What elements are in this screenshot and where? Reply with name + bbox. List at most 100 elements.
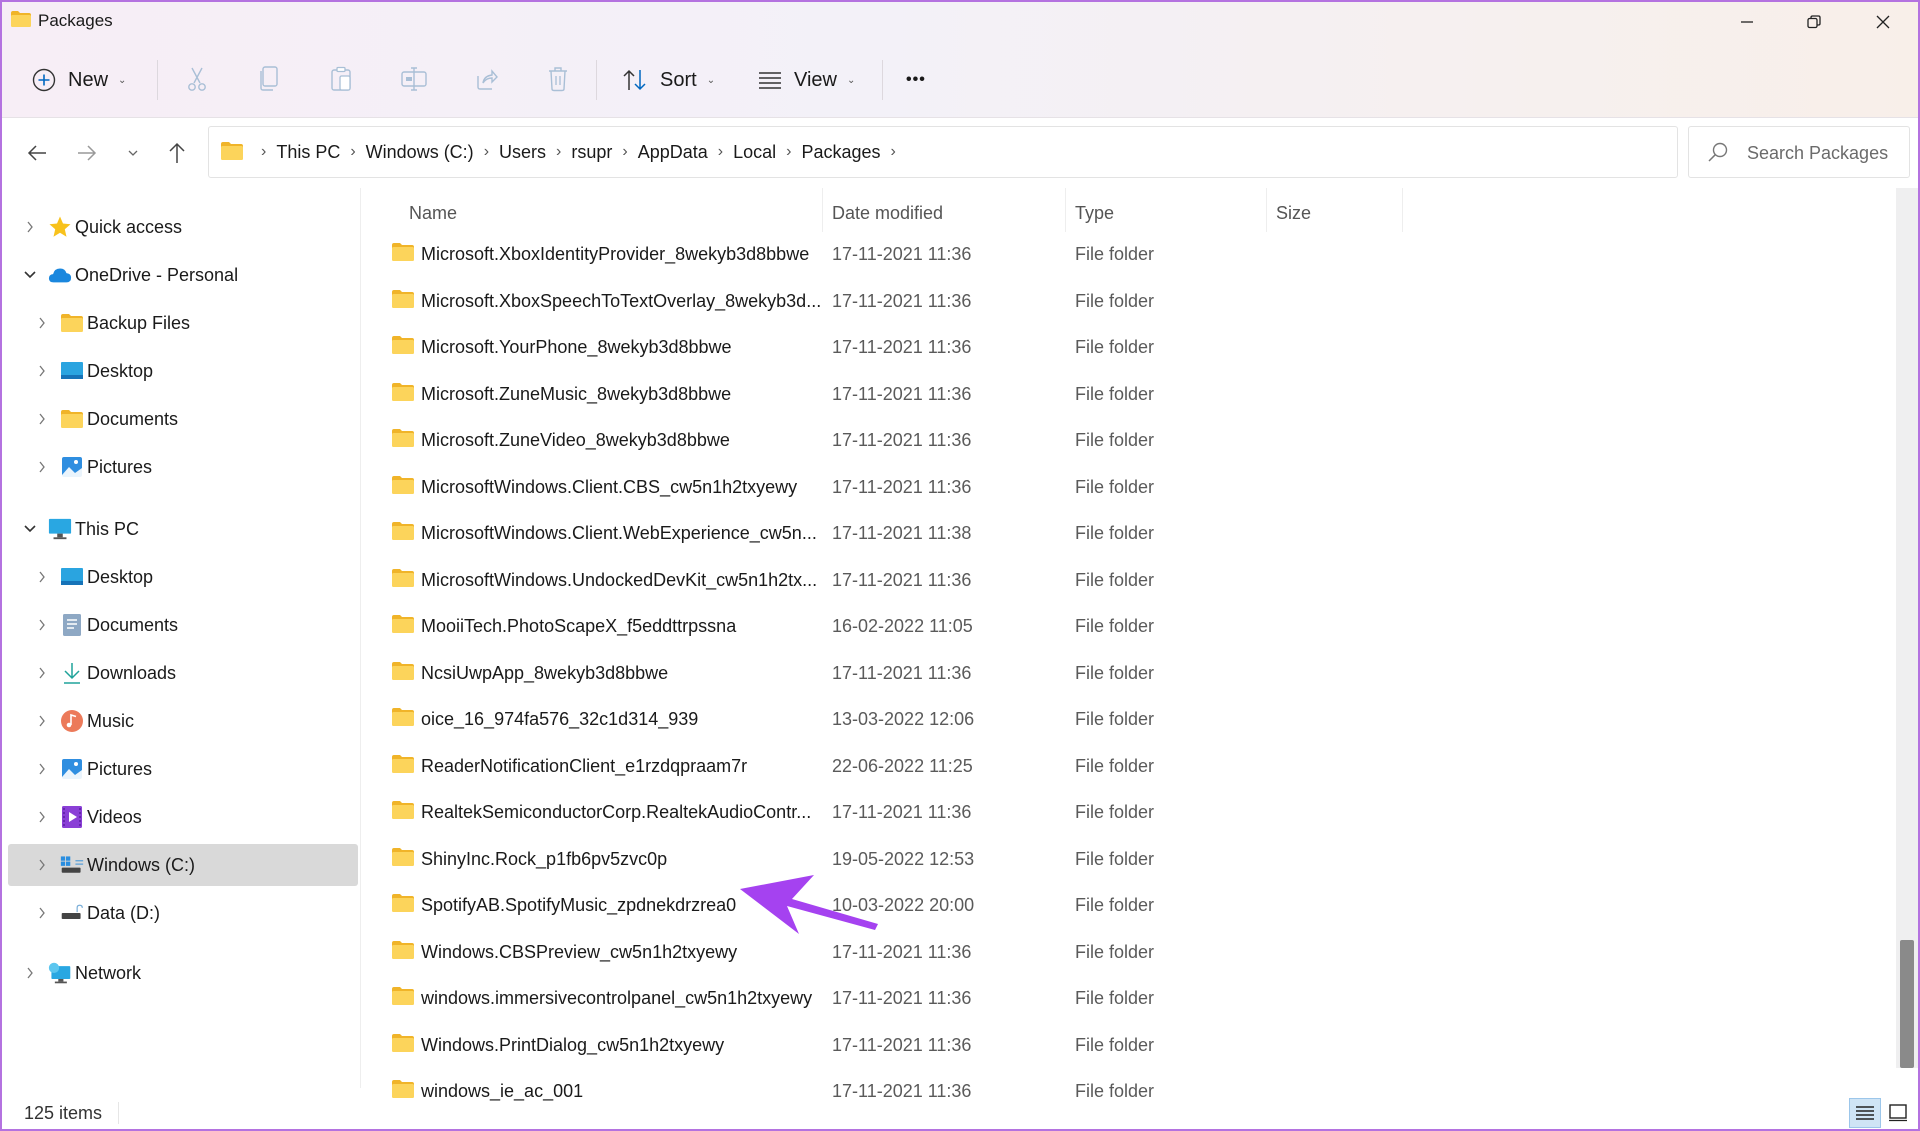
new-button[interactable]: New ⌄ — [32, 58, 126, 102]
sidebar-item-quick-access[interactable]: Quick access — [8, 206, 358, 248]
chevron-right-icon[interactable]: › — [350, 143, 355, 161]
chevron-right-icon[interactable] — [34, 411, 50, 427]
sidebar-item-windows-c[interactable]: Windows (C:) — [8, 844, 358, 886]
breadcrumb-this-pc[interactable]: This PC — [276, 142, 340, 163]
scrollbar-thumb[interactable] — [1900, 940, 1914, 1068]
rename-button[interactable] — [399, 64, 429, 94]
file-row[interactable]: Microsoft.XboxSpeechToTextOverlay_8wekyb… — [390, 281, 1810, 321]
file-row[interactable]: ShinyInc.Rock_p1fb6pv5zvc0p 19-05-2022 12… — [390, 839, 1810, 879]
sidebar-item-backup-files[interactable]: Backup Files — [8, 302, 358, 344]
share-button[interactable] — [471, 64, 501, 94]
sidebar-item-label: Backup Files — [87, 312, 191, 333]
chevron-right-icon[interactable] — [22, 219, 38, 235]
chevron-right-icon[interactable] — [34, 713, 50, 729]
close-button[interactable] — [1848, 2, 1918, 42]
chevron-right-icon[interactable]: › — [786, 143, 791, 161]
sort-button[interactable]: Sort ⌄ — [622, 58, 715, 102]
column-divider[interactable] — [822, 188, 823, 232]
up-button[interactable] — [162, 138, 192, 168]
sidebar-item-music[interactable]: Music — [8, 700, 358, 742]
breadcrumb-local[interactable]: Local — [733, 142, 776, 163]
breadcrumb-appdata[interactable]: AppData — [638, 142, 708, 163]
file-row[interactable]: MicrosoftWindows.Client.WebExperience_cw… — [390, 513, 1810, 553]
view-button[interactable]: View ⌄ — [758, 58, 855, 102]
file-row[interactable]: Microsoft.YourPhone_8wekyb3d8bbwe 17-11-2… — [390, 327, 1810, 367]
sidebar-item-documents[interactable]: Documents — [8, 604, 358, 646]
copy-button[interactable] — [254, 64, 284, 94]
cut-button[interactable] — [182, 64, 212, 94]
file-row[interactable]: Microsoft.XboxIdentityProvider_8wekyb3d8… — [390, 234, 1810, 274]
sidebar-item-network[interactable]: Network — [8, 952, 358, 994]
file-row[interactable]: MicrosoftWindows.Client.CBS_cw5n1h2txyew… — [390, 467, 1810, 507]
minimize-button[interactable] — [1712, 2, 1782, 42]
file-row[interactable]: NcsiUwpApp_8wekyb3d8bbwe 17-11-2021 11:36… — [390, 653, 1810, 693]
file-row[interactable]: windows.immersivecontrolpanel_cw5n1h2txy… — [390, 978, 1810, 1018]
more-icon: ••• — [906, 71, 926, 88]
chevron-right-icon[interactable] — [34, 363, 50, 379]
breadcrumb-rsupr[interactable]: rsupr — [571, 142, 612, 163]
delete-button[interactable] — [543, 64, 573, 94]
file-row[interactable]: Windows.CBSPreview_cw5n1h2txyewy 17-11-20… — [390, 932, 1810, 972]
chevron-right-icon[interactable] — [34, 665, 50, 681]
sidebar-item-pictures[interactable]: Pictures — [8, 446, 358, 488]
chevron-right-icon[interactable]: › — [718, 143, 723, 161]
chevron-right-icon[interactable] — [34, 459, 50, 475]
column-divider[interactable] — [1402, 188, 1403, 232]
chevron-right-icon[interactable] — [34, 905, 50, 921]
file-row[interactable]: RealtekSemiconductorCorp.RealtekAudioCon… — [390, 792, 1810, 832]
chevron-right-icon[interactable] — [34, 857, 50, 873]
file-row[interactable]: oice_16_974fa576_32c1d314_939 13-03-2022 … — [390, 699, 1810, 739]
sidebar-item-this-pc[interactable]: This PC — [8, 508, 358, 550]
chevron-right-icon[interactable] — [34, 809, 50, 825]
chevron-right-icon[interactable]: › — [891, 143, 896, 161]
large-icons-view-button[interactable] — [1882, 1098, 1914, 1128]
details-view-button[interactable] — [1849, 1098, 1881, 1128]
chevron-right-icon[interactable] — [34, 569, 50, 585]
file-row[interactable]: SpotifyAB.SpotifyMusic_zpdnekdrzrea0 10-0… — [390, 885, 1810, 925]
vertical-scrollbar[interactable] — [1896, 188, 1918, 1068]
chevron-right-icon[interactable] — [34, 617, 50, 633]
breadcrumb-packages[interactable]: Packages — [801, 142, 880, 163]
chevron-right-icon[interactable] — [22, 965, 38, 981]
forward-button[interactable] — [72, 138, 102, 168]
more-options-button[interactable]: ••• — [906, 58, 926, 102]
file-row[interactable]: MicrosoftWindows.UndockedDevKit_cw5n1h2t… — [390, 560, 1810, 600]
column-header-type[interactable]: Type — [1075, 194, 1265, 232]
chevron-right-icon[interactable]: › — [484, 143, 489, 161]
file-row[interactable]: Microsoft.ZuneMusic_8wekyb3d8bbwe 17-11-2… — [390, 374, 1810, 414]
search-input[interactable] — [1747, 141, 1907, 165]
file-row[interactable]: Windows.PrintDialog_cw5n1h2txyewy 17-11-2… — [390, 1025, 1810, 1065]
search-box[interactable] — [1688, 126, 1910, 178]
chevron-right-icon[interactable]: › — [556, 143, 561, 161]
sidebar-item-desktop[interactable]: Desktop — [8, 556, 358, 598]
chevron-right-icon[interactable] — [34, 761, 50, 777]
address-bar[interactable]: › This PC › Windows (C:) › Users › rsupr… — [208, 126, 1868, 178]
file-row[interactable]: Microsoft.ZuneVideo_8wekyb3d8bbwe 17-11-2… — [390, 420, 1810, 460]
column-divider[interactable] — [1266, 188, 1267, 232]
column-divider[interactable] — [1065, 188, 1066, 232]
file-name: MooiiTech.PhotoScapeX_f5eddttrpssna — [421, 616, 737, 636]
paste-button[interactable] — [327, 64, 357, 94]
file-row[interactable]: ReaderNotificationClient_e1rzdqpraam7r 22… — [390, 746, 1810, 786]
chevron-down-icon[interactable] — [22, 521, 38, 537]
restore-button[interactable] — [1779, 2, 1849, 42]
pane-divider[interactable] — [360, 188, 361, 1088]
column-header-name[interactable]: Name — [409, 194, 829, 232]
column-header-size[interactable]: Size ⌃ — [1276, 194, 1396, 232]
column-header-date-modified[interactable]: Date modified — [832, 194, 1062, 232]
back-button[interactable] — [22, 138, 52, 168]
sidebar-item-documents[interactable]: Documents — [8, 398, 358, 440]
chevron-right-icon[interactable] — [34, 315, 50, 331]
recent-locations-button[interactable] — [118, 138, 148, 168]
sidebar-item-onedrive-personal[interactable]: OneDrive - Personal — [8, 254, 358, 296]
breadcrumb-users[interactable]: Users — [499, 142, 546, 163]
chevron-down-icon[interactable] — [22, 267, 38, 283]
breadcrumb-windows-c[interactable]: Windows (C:) — [366, 142, 474, 163]
chevron-right-icon[interactable]: › — [622, 143, 627, 161]
sidebar-item-data-d[interactable]: Data (D:) — [8, 892, 358, 934]
sidebar-item-pictures[interactable]: Pictures — [8, 748, 358, 790]
file-row[interactable]: MooiiTech.PhotoScapeX_f5eddttrpssna 16-02… — [390, 606, 1810, 646]
sidebar-item-videos[interactable]: Videos — [8, 796, 358, 838]
sidebar-item-downloads[interactable]: Downloads — [8, 652, 358, 694]
sidebar-item-desktop[interactable]: Desktop — [8, 350, 358, 392]
